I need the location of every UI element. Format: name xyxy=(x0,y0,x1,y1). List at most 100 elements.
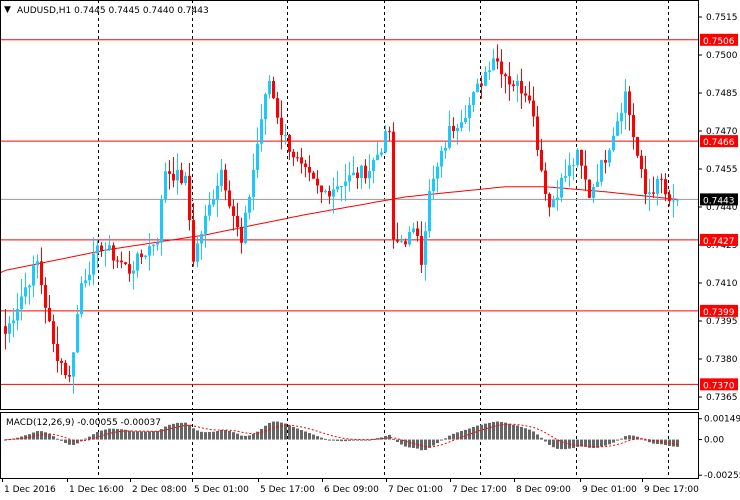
macd-bar xyxy=(204,432,207,440)
macd-bar xyxy=(336,439,339,441)
candle-body xyxy=(212,199,215,205)
macd-bar xyxy=(552,439,555,448)
title-arrow-icon[interactable]: ▼ xyxy=(4,5,11,15)
macd-bar xyxy=(236,433,239,440)
macd-bar xyxy=(476,425,479,440)
candle-body xyxy=(264,94,267,120)
macd-bar xyxy=(616,439,619,441)
candle-body xyxy=(508,76,511,85)
candle-body xyxy=(400,241,403,243)
level-label: 0.7427 xyxy=(703,237,735,247)
candle-body xyxy=(484,71,487,86)
y-tick-label: 0.7455 xyxy=(706,165,738,175)
macd-bar xyxy=(136,431,139,440)
candle-body xyxy=(320,185,323,193)
macd-bar xyxy=(608,439,611,445)
candle-body xyxy=(100,245,103,251)
candle-body xyxy=(80,283,83,315)
candle-body xyxy=(64,362,67,376)
candle-body xyxy=(336,186,339,190)
candle-body xyxy=(456,127,459,131)
candle-body xyxy=(580,149,583,166)
main-panel-border xyxy=(0,0,699,410)
candle-body xyxy=(48,307,51,322)
candle-body xyxy=(536,116,539,150)
candle-body xyxy=(252,169,255,197)
macd-bar xyxy=(556,439,559,449)
candle-body xyxy=(556,197,559,200)
macd-bar xyxy=(52,436,55,440)
macd-bar xyxy=(276,421,279,440)
candle-body xyxy=(464,118,467,123)
candle-body xyxy=(204,215,207,234)
macd-bar xyxy=(192,428,195,440)
candle-body xyxy=(196,243,199,262)
macd-bar xyxy=(464,429,467,440)
macd-bar xyxy=(144,431,147,440)
candle-body xyxy=(208,204,211,216)
macd-bar xyxy=(320,437,323,440)
macd-bar xyxy=(296,428,299,440)
macd-bar xyxy=(212,431,215,440)
macd-bar xyxy=(216,431,219,440)
macd-bar xyxy=(404,439,407,447)
candle-body xyxy=(84,280,87,284)
candle-body xyxy=(236,215,239,228)
macd-bar xyxy=(176,422,179,440)
macd-bar xyxy=(172,423,175,440)
macd-bar xyxy=(440,439,443,441)
macd-y-tick-label: 0.00 xyxy=(704,436,724,446)
candle-body xyxy=(360,165,363,178)
candle-body xyxy=(588,179,591,198)
candle-body xyxy=(228,190,231,207)
macd-bar xyxy=(344,439,347,442)
time-axis: 1 Dec 2016 1 Dec 16:00 2 Dec 08:00 5 Dec 01… xyxy=(2,478,699,495)
macd-bar xyxy=(152,431,155,440)
candle-body xyxy=(640,155,643,170)
macd-bar xyxy=(424,439,427,450)
macd-bar xyxy=(248,435,251,440)
macd-bar xyxy=(604,439,607,446)
candle-body xyxy=(92,253,95,275)
macd-bar xyxy=(200,431,203,440)
candle-body xyxy=(428,191,431,232)
macd-bar xyxy=(516,425,519,440)
candle-body xyxy=(544,170,547,194)
level-lines xyxy=(0,39,698,385)
candle-body xyxy=(112,245,115,261)
macd-bar xyxy=(316,436,319,440)
candle-body xyxy=(172,173,175,181)
x-tick-label: 2 Dec 08:00 xyxy=(132,485,187,495)
candle-body xyxy=(524,93,527,96)
candle-body xyxy=(44,284,47,308)
macd-bar xyxy=(156,431,159,440)
macd-bar xyxy=(288,425,291,440)
macd-bar xyxy=(452,433,455,440)
macd-bar xyxy=(228,430,231,440)
macd-bar xyxy=(116,428,119,440)
macd-bar xyxy=(76,439,79,444)
candle-body xyxy=(340,185,343,187)
macd-bar xyxy=(60,439,63,441)
candle-body xyxy=(480,83,483,86)
x-tick-label: 1 Dec 2016 xyxy=(4,485,56,495)
macd-bar xyxy=(564,439,567,450)
macd-bar xyxy=(612,439,615,443)
candle-body xyxy=(88,274,91,281)
candle-body xyxy=(564,176,567,178)
candle-body xyxy=(24,287,27,297)
candle-body xyxy=(220,169,223,186)
macd-bar xyxy=(100,430,103,440)
macd-bar xyxy=(600,439,603,447)
y-tick-label: 0.7515 xyxy=(706,13,738,23)
macd-bar xyxy=(308,433,311,440)
candle-body xyxy=(504,74,507,77)
macd-bar xyxy=(396,439,399,443)
candle-body xyxy=(20,296,23,310)
macd-bar xyxy=(44,432,47,440)
candle-body xyxy=(528,95,531,101)
candle-body xyxy=(368,171,371,179)
candle-body xyxy=(348,175,351,182)
macd-bar xyxy=(444,438,447,440)
candle-body xyxy=(520,80,523,94)
